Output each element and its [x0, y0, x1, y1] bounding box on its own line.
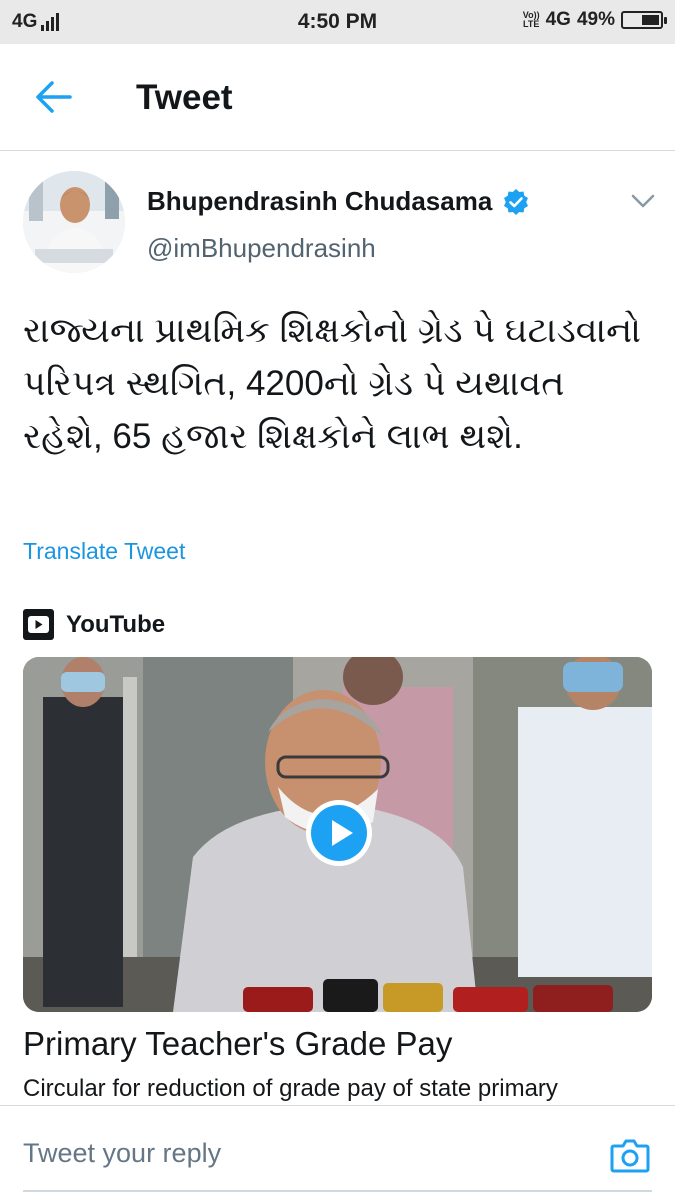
- battery-fill: [642, 15, 659, 25]
- network-type-right: 4G: [545, 9, 571, 30]
- youtube-icon: [23, 609, 54, 640]
- verified-badge-icon: [504, 189, 528, 215]
- chevron-down-icon[interactable]: [630, 192, 656, 210]
- battery-percent: 49%: [576, 9, 615, 30]
- status-bar: 4G 4:50 PM Vo)) LTE 4G 49%: [0, 0, 675, 44]
- reply-bar: Tweet your reply: [0, 1105, 675, 1201]
- volte-indicator: Vo)) LTE: [523, 11, 540, 29]
- arrow-left-icon[interactable]: [34, 79, 72, 115]
- author-handle[interactable]: @imBhupendrasinh: [147, 233, 376, 264]
- volte-bottom: LTE: [523, 19, 540, 29]
- author-name[interactable]: Bhupendrasinh Chudasama: [147, 186, 492, 217]
- battery-icon: [621, 11, 667, 29]
- status-right: Vo)) LTE 4G 49%: [523, 9, 667, 31]
- card-title[interactable]: Primary Teacher's Grade Pay: [23, 1025, 452, 1063]
- card-source: YouTube: [23, 609, 165, 640]
- avatar[interactable]: [23, 171, 125, 273]
- reply-underline: [23, 1190, 652, 1192]
- card-source-label: YouTube: [66, 610, 166, 638]
- camera-icon[interactable]: [610, 1136, 650, 1174]
- page-title: Tweet: [136, 78, 233, 117]
- translate-tweet-link[interactable]: Translate Tweet: [23, 538, 185, 565]
- tweet-text: રાજ્યના પ્રાથમિક શિક્ષકોનો ગ્રેડ પે ઘટાડ…: [23, 311, 642, 456]
- card-description: Circular for reduction of grade pay of s…: [23, 1075, 558, 1102]
- app-header: Tweet: [0, 44, 675, 151]
- reply-input[interactable]: Tweet your reply: [23, 1138, 221, 1169]
- avatar-image: [23, 171, 125, 273]
- play-button-icon[interactable]: [305, 799, 373, 867]
